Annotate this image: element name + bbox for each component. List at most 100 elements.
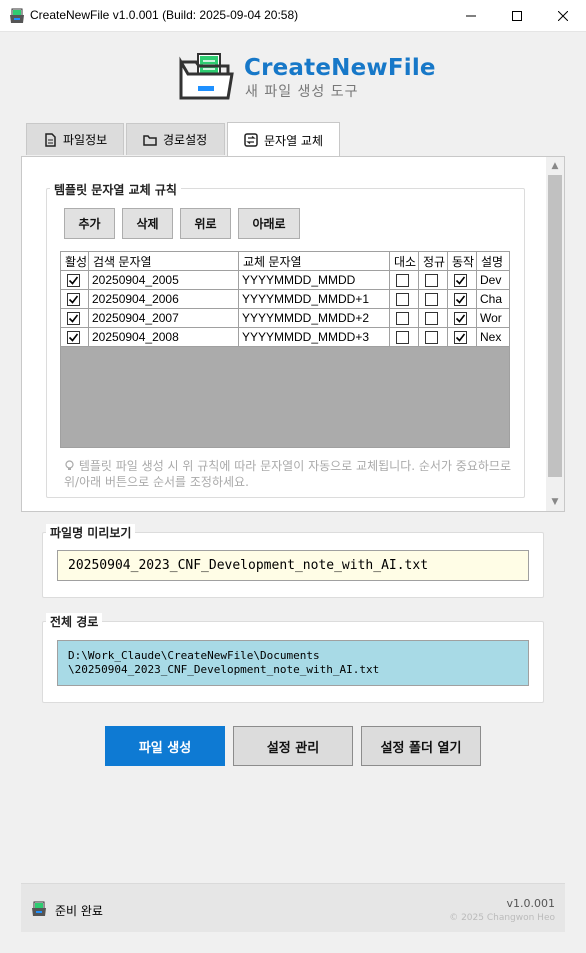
add-rule-button[interactable]: 추가 — [64, 208, 115, 239]
table-row[interactable]: 20250904_2008 YYYYMMDD_MMDD+3 Nex — [61, 328, 509, 347]
regex-checkbox[interactable] — [425, 311, 438, 325]
table-row[interactable]: 20250904_2007 YYYYMMDD_MMDD+2 Wor — [61, 309, 509, 328]
case-sensitive-checkbox-cell — [390, 290, 419, 309]
filename-preview-value: 20250904_2023_CNF_Development_note_with_… — [57, 550, 529, 581]
description-cell[interactable]: Cha — [477, 290, 509, 309]
maximize-icon — [512, 11, 522, 21]
active-checkbox-cell — [448, 290, 477, 309]
case-sensitive-checkbox[interactable] — [396, 273, 409, 287]
tab-file-info[interactable]: 파일정보 — [26, 123, 124, 155]
app-icon — [10, 8, 24, 23]
folder-document-icon — [179, 53, 234, 100]
description-cell[interactable]: Nex — [477, 328, 509, 347]
enabled-checkbox[interactable] — [67, 311, 80, 325]
app-subtitle: 새 파일 생성 도구 — [245, 84, 359, 100]
scroll-down-icon[interactable]: ▼ — [546, 493, 564, 511]
filename-preview-label: 파일명 미리보기 — [46, 524, 136, 541]
column-header-search[interactable]: 검색 문자열 — [89, 252, 239, 271]
active-checkbox[interactable] — [454, 311, 467, 325]
maximize-button[interactable] — [494, 0, 540, 32]
description-cell[interactable]: Wor — [477, 309, 509, 328]
panel-scrollbar[interactable]: ▲ ▼ — [546, 157, 564, 511]
create-file-button[interactable]: 파일 생성 — [105, 726, 225, 766]
title-bar: CreateNewFile v1.0.001 (Build: 2025-09-0… — [0, 0, 586, 32]
replace-string-cell[interactable]: YYYYMMDD_MMDD+3 — [239, 328, 390, 347]
settings-manage-button[interactable]: 설정 관리 — [233, 726, 353, 766]
delete-rule-button[interactable]: 삭제 — [122, 208, 173, 239]
regex-checkbox-cell — [419, 271, 448, 290]
search-string-cell[interactable]: 20250904_2006 — [89, 290, 239, 309]
enabled-checkbox-cell — [61, 328, 89, 347]
full-path-line2: \20250904_2023_CNF_Development_note_with… — [68, 663, 380, 676]
window-title: CreateNewFile v1.0.001 (Build: 2025-09-0… — [30, 8, 299, 22]
minimize-icon — [466, 15, 476, 17]
regex-checkbox-cell — [419, 290, 448, 309]
tab-string-replace[interactable]: 문자열 교체 — [227, 122, 340, 157]
column-header-replace[interactable]: 교체 문자열 — [239, 252, 390, 271]
description-cell[interactable]: Dev — [477, 271, 509, 290]
tab-label: 문자열 교체 — [264, 133, 324, 148]
tab-panel-string-replace: 템플릿 문자열 교체 규칙 추가 삭제 위로 아래로 활성 검색 문자열 교체 … — [21, 156, 565, 512]
active-checkbox[interactable] — [454, 292, 467, 306]
hint-text: 템플릿 파일 생성 시 위 규칙에 따라 문자열이 자동으로 교체됩니다. 순서… — [64, 459, 512, 489]
regex-checkbox[interactable] — [425, 273, 438, 287]
file-icon — [45, 132, 56, 147]
search-string-cell[interactable]: 20250904_2007 — [89, 309, 239, 328]
table-row[interactable]: 20250904_2006 YYYYMMDD_MMDD+1 Cha — [61, 290, 509, 309]
enabled-checkbox-cell — [61, 290, 89, 309]
status-text: 준비 완료 — [55, 904, 103, 918]
rules-table[interactable]: 활성 검색 문자열 교체 문자열 대소 정규 동작 설명 20250904_20… — [60, 251, 510, 448]
minimize-button[interactable] — [448, 0, 494, 32]
search-string-cell[interactable]: 20250904_2005 — [89, 271, 239, 290]
case-sensitive-checkbox-cell — [390, 271, 419, 290]
case-sensitive-checkbox[interactable] — [396, 330, 409, 344]
rules-group-title: 템플릿 문자열 교체 규칙 — [50, 181, 181, 198]
enabled-checkbox-cell — [61, 271, 89, 290]
scroll-up-icon[interactable]: ▲ — [546, 157, 564, 175]
replace-string-cell[interactable]: YYYYMMDD_MMDD — [239, 271, 390, 290]
tab-path-settings[interactable]: 경로설정 — [126, 123, 225, 155]
column-header-case[interactable]: 대소 — [390, 252, 419, 271]
column-header-active[interactable]: 동작 — [448, 252, 477, 271]
enabled-checkbox[interactable] — [67, 273, 80, 287]
active-checkbox[interactable] — [454, 330, 467, 344]
tab-label: 파일정보 — [63, 133, 108, 147]
rules-hint: 템플릿 파일 생성 시 위 규칙에 따라 문자열이 자동으로 교체됩니다. 순서… — [64, 458, 514, 490]
regex-checkbox[interactable] — [425, 330, 438, 344]
copyright-label: © 2025 Changwon Heo — [449, 913, 555, 923]
regex-checkbox[interactable] — [425, 292, 438, 306]
case-sensitive-checkbox-cell — [390, 328, 419, 347]
active-checkbox[interactable] — [454, 273, 467, 287]
tab-label: 경로설정 — [163, 133, 208, 147]
enabled-checkbox[interactable] — [67, 330, 80, 344]
scrollbar-thumb[interactable] — [548, 175, 562, 477]
table-header-row: 활성 검색 문자열 교체 문자열 대소 정규 동작 설명 — [61, 252, 509, 271]
close-button[interactable] — [540, 0, 586, 32]
case-sensitive-checkbox[interactable] — [396, 292, 409, 306]
move-down-button[interactable]: 아래로 — [238, 208, 300, 239]
enabled-checkbox-cell — [61, 309, 89, 328]
full-path-value: D:\Work_Claude\CreateNewFile\Documents \… — [57, 640, 529, 686]
replace-icon — [244, 133, 258, 147]
active-checkbox-cell — [448, 309, 477, 328]
lightbulb-icon — [65, 460, 74, 470]
table-row[interactable]: 20250904_2005 YYYYMMDD_MMDD Dev — [61, 271, 509, 290]
app-icon — [32, 901, 46, 916]
full-path-line1: D:\Work_Claude\CreateNewFile\Documents — [68, 649, 320, 662]
replace-string-cell[interactable]: YYYYMMDD_MMDD+2 — [239, 309, 390, 328]
folder-icon — [143, 134, 157, 146]
open-settings-folder-button[interactable]: 설정 폴더 열기 — [361, 726, 481, 766]
full-path-label: 전체 경로 — [46, 613, 103, 630]
replace-string-cell[interactable]: YYYYMMDD_MMDD+1 — [239, 290, 390, 309]
column-header-enabled[interactable]: 활성 — [61, 252, 89, 271]
app-name: CreateNewFile — [244, 55, 436, 81]
case-sensitive-checkbox[interactable] — [396, 311, 409, 325]
search-string-cell[interactable]: 20250904_2008 — [89, 328, 239, 347]
column-header-desc[interactable]: 설명 — [477, 252, 509, 271]
status-bar: 준비 완료 v1.0.001 © 2025 Changwon Heo — [21, 883, 565, 932]
regex-checkbox-cell — [419, 328, 448, 347]
active-checkbox-cell — [448, 271, 477, 290]
move-up-button[interactable]: 위로 — [180, 208, 231, 239]
column-header-regex[interactable]: 정규 — [419, 252, 448, 271]
enabled-checkbox[interactable] — [67, 292, 80, 306]
